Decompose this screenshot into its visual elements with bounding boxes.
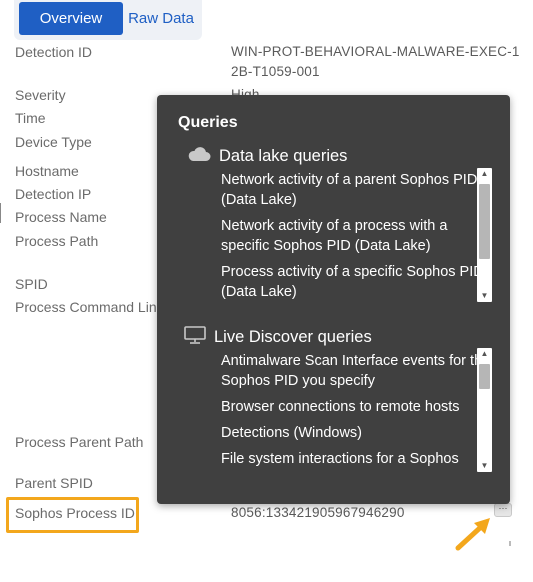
tab-bar: Overview Raw Data	[14, 0, 202, 40]
scroll-thumb[interactable]	[479, 184, 490, 259]
data-lake-heading: Data lake queries	[187, 146, 347, 167]
scroll-up-icon[interactable]: ▲	[477, 348, 492, 360]
data-lake-query-item[interactable]: Process activity of a specific Sophos PI…	[221, 262, 491, 300]
live-discover-query-item[interactable]: Browser connections to remote hosts	[221, 397, 491, 417]
data-lake-heading-text: Data lake queries	[219, 147, 348, 165]
scroll-up-icon[interactable]: ▲	[477, 168, 492, 180]
live-discover-list: Antimalware Scan Interface events for th…	[221, 351, 491, 470]
hostname-label: Hostname	[15, 163, 79, 179]
live-discover-query-item[interactable]: Detections (Windows)	[221, 423, 491, 443]
scroll-down-icon[interactable]: ▼	[477, 290, 492, 302]
detection-id-label: Detection ID	[15, 44, 93, 60]
scroll-thumb[interactable]	[479, 364, 490, 389]
tab-overview[interactable]: Overview	[19, 2, 123, 35]
live-discover-query-item[interactable]: Antimalware Scan Interface events for th…	[221, 351, 491, 391]
live-discover-query-item[interactable]: File system interactions for a Sophos	[221, 449, 491, 469]
live-discover-heading-text: Live Discover queries	[214, 328, 372, 346]
sophos-process-id-value: 8056:133421905967946290	[231, 505, 405, 520]
time-label: Time	[15, 110, 46, 126]
process-name-label: Process Name	[15, 209, 107, 225]
corner-tick	[509, 541, 511, 546]
popover-title: Queries	[178, 114, 238, 131]
process-command-line-label: Process Command Line	[15, 299, 165, 315]
tab-raw-data[interactable]: Raw Data	[123, 2, 199, 35]
detection-ip-label: Detection IP	[15, 186, 92, 202]
process-parent-path-label: Process Parent Path	[15, 434, 144, 450]
scroll-down-icon[interactable]: ▼	[477, 460, 492, 472]
data-lake-list: Network activity of a parent Sophos PID …	[221, 170, 491, 300]
detection-id-value-line2: 2B-T1059-001	[231, 64, 320, 79]
callout-arrow-icon	[455, 518, 490, 551]
detection-id-value-line1: WIN-PROT-BEHAVIORAL-MALWARE-EXEC-1	[231, 44, 520, 59]
parent-spid-label: Parent SPID	[15, 475, 93, 491]
data-lake-query-item[interactable]: Network activity of a parent Sophos PID …	[221, 170, 491, 210]
process-path-label: Process Path	[15, 233, 99, 249]
data-lake-scrollbar[interactable]: ▲ ▼	[477, 168, 492, 302]
severity-label: Severity	[15, 87, 66, 103]
more-options-button[interactable]: ···	[494, 503, 512, 517]
queries-popover: Queries Data lake queries Network activi…	[157, 95, 510, 504]
monitor-icon	[184, 326, 206, 349]
left-edge-marker	[0, 203, 4, 223]
device-type-label: Device Type	[15, 134, 92, 150]
sophos-process-id-label: Sophos Process ID	[15, 505, 135, 521]
live-discover-heading: Live Discover queries	[184, 326, 372, 349]
live-discover-scrollbar[interactable]: ▲ ▼	[477, 348, 492, 472]
data-lake-query-item[interactable]: Network activity of a process with a spe…	[221, 216, 491, 256]
spid-label: SPID	[15, 276, 48, 292]
cloud-icon	[187, 146, 211, 167]
